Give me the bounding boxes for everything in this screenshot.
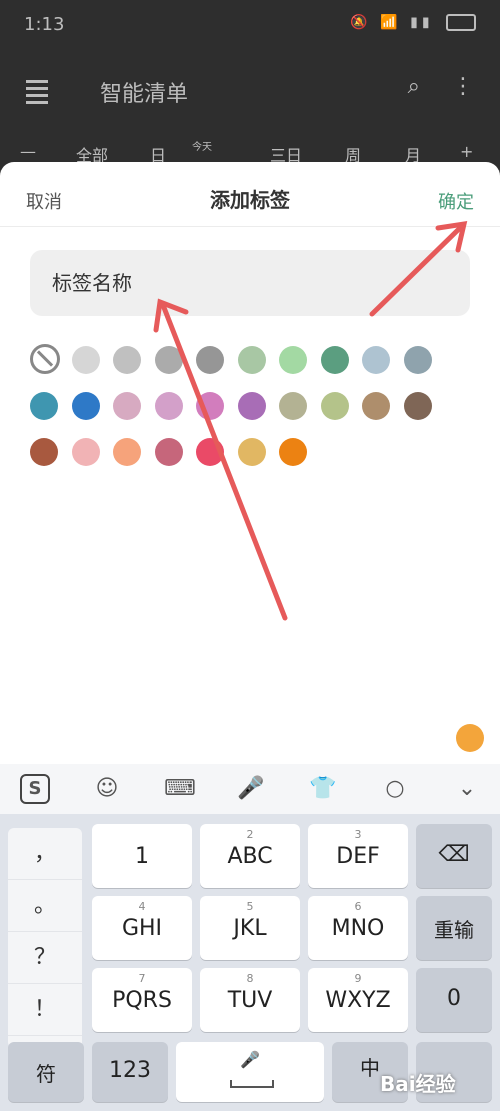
- color-swatch[interactable]: [113, 438, 141, 466]
- keyboard-icon[interactable]: ⌨: [164, 774, 196, 804]
- reenter-button[interactable]: 重输: [416, 896, 492, 960]
- color-swatch[interactable]: [113, 346, 141, 374]
- sogou-logo-icon[interactable]: S: [20, 774, 50, 804]
- key-letters: 1: [135, 844, 149, 869]
- key-letters: JKL: [233, 916, 267, 941]
- keyboard: S ☺ ⌨ 🎤 👕 ○ ⌄ ， 。 ？ ！ 1 2 ABC 3 DEF 4 GHI 5 JKL 6…: [0, 718, 500, 1111]
- color-swatch[interactable]: [403, 346, 432, 374]
- key-number: 5: [246, 900, 254, 913]
- t9-key[interactable]: 5 JKL: [200, 896, 300, 960]
- key-letters: ABC: [227, 844, 273, 869]
- watermark: Bai经验: [380, 1072, 456, 1096]
- color-swatch[interactable]: [279, 346, 307, 374]
- symbols-button[interactable]: 符: [8, 1042, 84, 1102]
- color-swatch[interactable]: [30, 392, 58, 420]
- color-swatch[interactable]: [237, 346, 266, 374]
- numbers-button[interactable]: 123: [92, 1042, 168, 1102]
- menu-icon[interactable]: [26, 80, 48, 108]
- app-bar: 智能清单 ⌕ ⋮: [0, 60, 500, 120]
- backspace-icon: ⌫: [438, 842, 470, 867]
- key-letters: GHI: [121, 916, 163, 941]
- add-icon[interactable]: +: [460, 142, 473, 161]
- color-swatch[interactable]: [362, 346, 390, 374]
- tag-name-input[interactable]: [30, 250, 470, 316]
- color-swatch[interactable]: [279, 438, 307, 466]
- key-number: 9: [354, 972, 362, 985]
- t9-key[interactable]: 8 TUV: [200, 968, 300, 1032]
- punct-question[interactable]: ？: [8, 932, 82, 984]
- wifi-icon: 📶: [380, 14, 402, 31]
- mute-icon: 🔕: [350, 14, 372, 31]
- status-icons: 🔕 📶 ▮▮: [350, 14, 476, 31]
- color-swatch[interactable]: [237, 392, 266, 420]
- search-icon[interactable]: ○: [380, 774, 410, 804]
- divider: [0, 226, 500, 227]
- space-bar-icon: [230, 1080, 274, 1088]
- collapse-icon[interactable]: ⌄: [452, 774, 482, 804]
- t9-key[interactable]: 9 WXYZ: [308, 968, 408, 1032]
- key-number: 6: [354, 900, 362, 913]
- punct-period[interactable]: 。: [8, 880, 82, 932]
- microphone-icon[interactable]: 🎤: [236, 774, 266, 804]
- t9-key[interactable]: 7 PQRS: [92, 968, 192, 1032]
- color-swatch[interactable]: [362, 392, 390, 420]
- key-number: 7: [138, 972, 146, 985]
- key-number: 4: [138, 900, 146, 913]
- key-number: 8: [246, 972, 254, 985]
- backspace-button[interactable]: ⌫: [416, 824, 492, 888]
- t9-key[interactable]: 1: [92, 824, 192, 888]
- no-color-icon[interactable]: [30, 344, 60, 374]
- color-swatch[interactable]: [154, 392, 183, 420]
- t9-key[interactable]: 3 DEF: [308, 824, 408, 888]
- color-swatch[interactable]: [71, 392, 100, 420]
- assistant-icon[interactable]: [456, 724, 484, 752]
- zero-button[interactable]: 0: [416, 968, 492, 1032]
- add-tag-sheet: 取消 添加标签 确定: [0, 162, 500, 722]
- prev-icon[interactable]: —: [20, 142, 36, 161]
- emoji-icon[interactable]: ☺: [92, 774, 122, 804]
- confirm-button[interactable]: 确定: [438, 188, 474, 214]
- sheet-title: 添加标签: [210, 188, 290, 212]
- key-letters: PQRS: [112, 988, 172, 1013]
- color-swatch[interactable]: [196, 392, 224, 420]
- key-letters: TUV: [227, 988, 273, 1013]
- color-swatch[interactable]: [196, 438, 224, 466]
- tab-today[interactable]: 今天: [192, 138, 212, 153]
- keyboard-top: [0, 718, 500, 764]
- voice-icon: 🎤: [240, 1050, 260, 1069]
- color-swatch[interactable]: [154, 438, 183, 466]
- more-icon[interactable]: ⋮: [452, 74, 474, 99]
- keyboard-toolbar: S ☺ ⌨ 🎤 👕 ○ ⌄: [0, 764, 500, 814]
- key-letters: MNO: [331, 916, 385, 941]
- color-swatch[interactable]: [113, 392, 141, 420]
- status-time: 1:13: [24, 14, 65, 35]
- app-title: 智能清单: [100, 82, 189, 107]
- color-swatch[interactable]: [71, 346, 100, 374]
- key-number: 2: [246, 828, 254, 841]
- color-swatch[interactable]: [279, 392, 307, 420]
- color-swatch[interactable]: [71, 438, 100, 466]
- t9-key[interactable]: 4 GHI: [92, 896, 192, 960]
- key-letters: WXYZ: [325, 988, 391, 1013]
- signal-icon: ▮▮: [410, 14, 434, 31]
- color-swatch[interactable]: [403, 392, 432, 420]
- color-swatch[interactable]: [154, 346, 183, 374]
- color-swatch[interactable]: [320, 346, 349, 374]
- status-bar: 1:13 🔕 📶 ▮▮: [0, 0, 500, 52]
- t9-key[interactable]: 6 MNO: [308, 896, 408, 960]
- skin-icon[interactable]: 👕: [308, 774, 338, 804]
- punctuation-column: ， 。 ？ ！: [8, 828, 82, 1048]
- key-letters: DEF: [336, 844, 380, 869]
- color-swatch[interactable]: [237, 438, 266, 466]
- punct-comma[interactable]: ，: [8, 828, 82, 880]
- key-number: 3: [354, 828, 362, 841]
- t9-key[interactable]: 2 ABC: [200, 824, 300, 888]
- color-swatch[interactable]: [320, 392, 349, 420]
- search-icon[interactable]: ⌕: [408, 74, 420, 99]
- battery-icon: [446, 14, 476, 31]
- space-button[interactable]: 🎤: [176, 1042, 324, 1102]
- color-swatch[interactable]: [30, 438, 58, 466]
- punct-exclaim[interactable]: ！: [8, 984, 82, 1036]
- color-swatch[interactable]: [196, 346, 224, 374]
